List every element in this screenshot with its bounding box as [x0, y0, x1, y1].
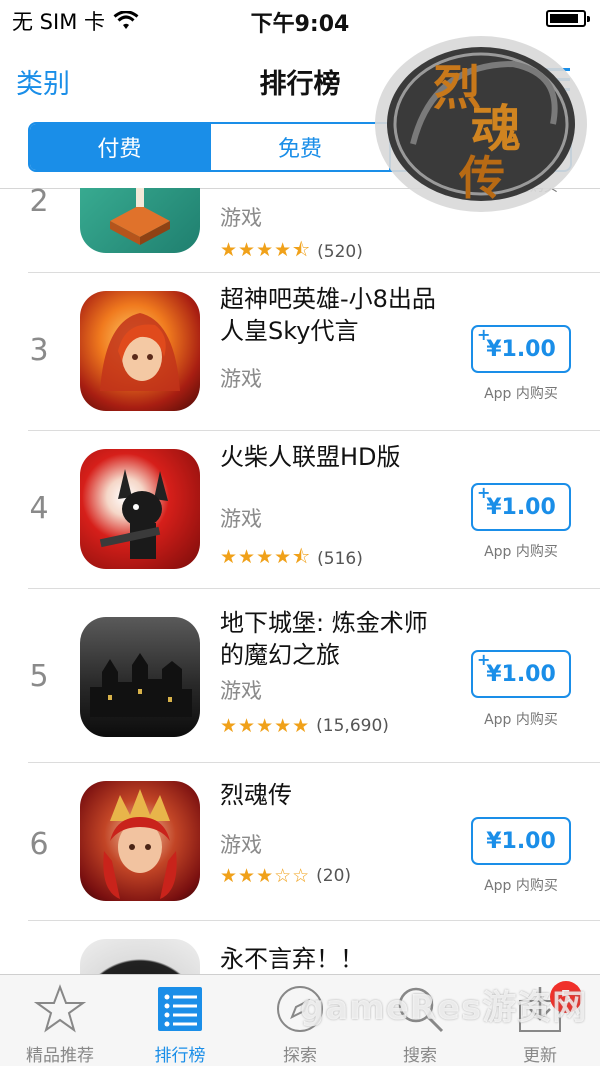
price-label: ¥1.00	[486, 336, 556, 362]
price-label: ¥1.00	[486, 661, 556, 687]
ranking-list: 2 游戏 ★★★★⯪ (520) App 内购买 3	[0, 188, 600, 974]
tab-top-charts[interactable]: 排行榜	[120, 975, 240, 1066]
list-item[interactable]: 3 超神吧英雄-小8出品 人皇Sky代言 游戏 + ¥1.00 App 内购买	[0, 273, 600, 431]
rank-number: 3	[29, 333, 49, 368]
star-icon	[34, 984, 86, 1033]
tab-label: 更新	[523, 1046, 557, 1066]
rating-stars: ★★★☆☆	[220, 865, 311, 887]
site-watermark: gameRes游资网	[300, 988, 588, 1028]
rating-count: (20)	[316, 866, 352, 886]
game-logo-watermark: 烈 魂 传	[375, 36, 587, 212]
battery-icon	[546, 10, 590, 27]
ranking-list-icon	[158, 987, 202, 1031]
list-item[interactable]: 4 火柴人联盟HD版 游戏 ★★★★⯪ (516) + ¥1.00 App 内购…	[0, 431, 600, 589]
buy-price-button[interactable]: + ¥1.00	[471, 483, 571, 531]
tab-label: 排行榜	[154, 1046, 206, 1066]
app-name[interactable]: 地下城堡: 炼金术师的魔幻之旅	[220, 607, 450, 671]
app-rating: ★★★★⯪ (520)	[220, 236, 363, 268]
in-app-purchase-note: App 内购买	[484, 712, 558, 728]
list-item[interactable]: 6 烈魂传 游戏 ★★★☆☆ (20) ¥1.00 App 内购买	[0, 763, 600, 921]
segment-paid[interactable]: 付费	[30, 124, 211, 170]
rating-count: (516)	[317, 549, 363, 569]
svg-text:魂: 魂	[471, 99, 521, 158]
segment-free[interactable]: 免费	[211, 124, 392, 170]
app-icon[interactable]	[80, 188, 200, 253]
tab-label: 搜索	[403, 1046, 437, 1066]
price-label: ¥1.00	[486, 494, 556, 520]
tab-label: 精品推荐	[26, 1046, 94, 1066]
app-rating: ★★★☆☆ (20)	[220, 865, 351, 887]
app-name[interactable]: 火柴人联盟HD版	[220, 441, 450, 473]
app-category: 游戏	[220, 679, 262, 703]
price-label: ¥1.00	[486, 828, 556, 854]
app-icon[interactable]	[80, 617, 200, 737]
rank-number: 6	[29, 827, 49, 862]
buy-price-button[interactable]: + ¥1.00	[471, 650, 571, 698]
rating-stars: ★★★★⯪	[220, 546, 312, 568]
plus-icon: +	[477, 483, 491, 502]
rank-number: 2	[29, 188, 49, 219]
in-app-purchase-note: App 内购买	[484, 878, 558, 894]
app-category: 游戏	[220, 206, 262, 230]
in-app-purchase-note: App 内购买	[484, 544, 558, 560]
app-name[interactable]: 烈魂传	[220, 779, 450, 811]
buy-price-button[interactable]: + ¥1.00	[471, 325, 571, 373]
app-icon[interactable]	[80, 449, 200, 569]
app-category: 游戏	[220, 833, 262, 857]
plus-icon: +	[477, 325, 491, 344]
app-rating: ★★★★★ (15,690)	[220, 715, 389, 737]
rating-count: (520)	[317, 242, 363, 262]
rank-number: 4	[29, 491, 49, 526]
in-app-purchase-note: App 内购买	[484, 386, 558, 402]
buy-price-button[interactable]: ¥1.00	[471, 817, 571, 865]
tab-featured[interactable]: 精品推荐	[0, 975, 120, 1066]
app-icon[interactable]	[80, 291, 200, 411]
rating-count: (15,690)	[316, 716, 389, 736]
list-item[interactable]: 5 地下城堡: 炼金术师的魔幻之旅 游戏 ★★★★★ (15,690) + ¥1…	[0, 589, 600, 763]
rating-stars: ★★★★⯪	[220, 239, 312, 261]
app-category: 游戏	[220, 367, 262, 391]
app-rating: ★★★★⯪ (516)	[220, 543, 363, 575]
app-name[interactable]: 超神吧英雄-小8出品 人皇Sky代言	[220, 283, 450, 347]
rating-stars: ★★★★★	[220, 715, 311, 737]
svg-text:传: 传	[458, 151, 505, 205]
app-category: 游戏	[220, 507, 262, 531]
app-icon[interactable]	[80, 781, 200, 901]
app-icon[interactable]	[80, 939, 200, 974]
list-item[interactable]: 永不言弃！！	[0, 921, 600, 974]
tab-label: 探索	[283, 1046, 317, 1066]
plus-icon: +	[477, 650, 491, 669]
rank-number: 5	[29, 659, 49, 694]
app-name[interactable]: 永不言弃！！	[220, 943, 450, 974]
